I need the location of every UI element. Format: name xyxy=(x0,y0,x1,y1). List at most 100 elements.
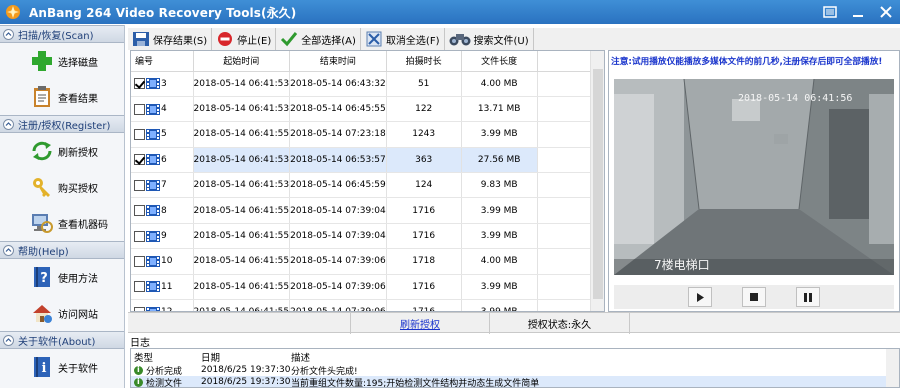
sidebar-item-refresh-license[interactable]: 刷新授权 xyxy=(0,133,124,169)
log-row[interactable]: 检测文件 2018/6/25 19:37:30 当前重组文件数量:195;开始检… xyxy=(131,376,899,387)
cell-end: 2018-05-14 07:39:06 xyxy=(289,274,387,301)
scrollbar-thumb[interactable] xyxy=(593,69,603,299)
cell-end: 2018-05-14 06:53:57 xyxy=(289,147,387,174)
window-title: AnBang 264 Video Recovery Tools(永久) xyxy=(29,5,297,20)
refresh-license-link[interactable]: 刷新授权 xyxy=(350,313,490,334)
clipboard-icon xyxy=(34,86,50,107)
row-checkbox[interactable] xyxy=(134,230,145,242)
table-row[interactable]: 3 2018-05-14 06:41:53 2018-05-14 06:43:32 5… xyxy=(131,71,604,97)
cell-duration: 1716 xyxy=(386,197,462,224)
sidebar-item-usage[interactable]: ? 使用方法 xyxy=(0,259,124,295)
collapse-icon xyxy=(3,118,14,130)
auth-status: 授权状态:永久 xyxy=(490,313,630,334)
row-checkbox[interactable] xyxy=(134,179,145,191)
row-checkbox[interactable] xyxy=(134,281,145,293)
sidebar-section-register[interactable]: 注册/授权(Register) xyxy=(0,115,124,133)
deselect-all-button[interactable]: 取消全选(F) xyxy=(361,28,445,50)
row-id: 6 xyxy=(161,154,167,165)
sidebar: 扫描/恢复(Scan) 选择磁盘 查看结果 注册/授权(Register) 刷新… xyxy=(0,25,125,388)
play-icon xyxy=(696,292,704,302)
sidebar-item-machine-code[interactable]: 查看机器码 xyxy=(0,205,124,241)
sidebar-item-about[interactable]: i 关于软件 xyxy=(0,349,124,385)
row-id: 10 xyxy=(161,256,173,267)
sidebar-item-buy-license[interactable]: 购买授权 xyxy=(0,169,124,205)
table-row[interactable]: 6 2018-05-14 06:41:53 2018-05-14 06:53:57 3… xyxy=(131,147,604,174)
film-icon xyxy=(146,281,160,293)
sidebar-section-scan[interactable]: 扫描/恢复(Scan) xyxy=(0,25,124,43)
table-row[interactable]: 7 2018-05-14 06:41:53 2018-05-14 06:45:59 1… xyxy=(131,172,604,199)
table-row[interactable]: 10 2018-05-14 06:41:55 2018-05-14 07:39:06… xyxy=(131,248,604,275)
sidebar-item-label: 使用方法 xyxy=(58,273,98,285)
sidebar-item-select-disk[interactable]: 选择磁盘 xyxy=(0,43,124,79)
table-scrollbar[interactable] xyxy=(590,51,604,311)
table-row[interactable]: 4 2018-05-14 06:41:53 2018-05-14 06:45:55 1… xyxy=(131,96,604,123)
log-column-type[interactable]: 类型 xyxy=(131,350,193,364)
sidebar-section-about[interactable]: 关于软件(About) xyxy=(0,331,124,349)
stop-button[interactable]: 停止(E) xyxy=(212,28,277,50)
stop-icon xyxy=(218,32,233,46)
cell-id: 9 xyxy=(131,223,194,250)
cell-end: 2018-05-14 07:39:04 xyxy=(289,223,387,250)
collapse-icon xyxy=(3,244,14,256)
table-row[interactable]: 5 2018-05-14 06:41:55 2018-05-14 07:23:18 1… xyxy=(131,121,604,148)
play-button[interactable] xyxy=(688,287,712,307)
deselect-icon xyxy=(366,31,382,47)
row-id: 5 xyxy=(161,129,167,140)
minimize-button[interactable] xyxy=(844,0,872,24)
table-row[interactable]: 8 2018-05-14 06:41:55 2018-05-14 07:39:04 1… xyxy=(131,197,604,224)
column-header-size[interactable]: 文件长度 xyxy=(461,51,538,72)
row-checkbox[interactable] xyxy=(134,78,145,90)
row-checkbox[interactable] xyxy=(134,255,145,267)
computer-icon xyxy=(32,214,53,233)
column-header-end[interactable]: 结束时间 xyxy=(289,51,387,72)
video-timestamp: 2018-05-14 06:41:56 xyxy=(738,93,852,104)
refresh-icon xyxy=(32,141,52,161)
log-column-date[interactable]: 日期 xyxy=(193,350,283,364)
table-row[interactable]: 122018-05-14 06:41:552018-05-14 07:39:06… xyxy=(131,299,604,311)
column-header-start[interactable]: 起始时间 xyxy=(193,51,291,72)
save-results-button[interactable]: 保存结果(S) xyxy=(128,28,213,50)
title-bar: AnBang 264 Video Recovery Tools(永久) xyxy=(0,0,900,24)
cell-duration: 122 xyxy=(386,96,462,123)
log-row[interactable]: 分析完成 2018/6/25 19:37:30 分析文件头完成! xyxy=(131,364,899,377)
row-checkbox[interactable] xyxy=(134,128,145,140)
film-icon xyxy=(146,179,160,191)
cell-size: 3.99 MB xyxy=(461,274,538,301)
window-menu-icon xyxy=(823,6,837,18)
log-scrollbar[interactable] xyxy=(886,349,899,387)
cell-duration: 1716 xyxy=(386,299,462,311)
row-id: 9 xyxy=(161,231,167,242)
close-button[interactable] xyxy=(872,0,900,24)
log-list: 类型 日期 描述 分析完成 2018/6/25 19:37:30 分析文件头完成… xyxy=(130,348,900,388)
row-checkbox[interactable] xyxy=(134,205,145,217)
table-row[interactable]: 11 2018-05-14 06:41:55 2018-05-14 07:39:06… xyxy=(131,274,604,301)
log-column-desc[interactable]: 描述 xyxy=(283,350,899,364)
row-checkbox[interactable] xyxy=(134,103,145,115)
search-files-button[interactable]: 搜索文件(U) xyxy=(445,28,534,50)
column-header-duration[interactable]: 拍摄时长 xyxy=(386,51,462,72)
cell-size: 4.00 MB xyxy=(461,248,538,275)
table-row[interactable]: 9 2018-05-14 06:41:55 2018-05-14 07:39:04 1… xyxy=(131,223,604,250)
pause-button[interactable] xyxy=(796,287,820,307)
section-title: 扫描/恢复(Scan) xyxy=(18,30,94,42)
restore-button[interactable] xyxy=(816,0,844,24)
stop-button-video[interactable] xyxy=(742,287,766,307)
column-header-id[interactable]: 编号 xyxy=(131,51,194,72)
sidebar-item-view-results[interactable]: 查看结果 xyxy=(0,79,124,115)
video-caption: 7楼电梯口 xyxy=(654,257,710,272)
cell-start: 2018-05-14 06:41:55 xyxy=(193,121,291,148)
row-checkbox[interactable] xyxy=(134,154,145,166)
sidebar-section-help[interactable]: 帮助(Help) xyxy=(0,241,124,259)
cell-end: 2018-05-14 07:39:06 xyxy=(289,299,387,311)
cell-size: 3.99 MB xyxy=(461,223,538,250)
sidebar-item-website[interactable]: 访问网站 xyxy=(0,295,124,331)
cell-duration: 1716 xyxy=(386,223,462,250)
results-table: 编号 起始时间 结束时间 拍摄时长 文件长度 3 2018-05-14 06:41… xyxy=(130,50,605,312)
toolbar-label: 搜索文件(U) xyxy=(473,35,529,47)
checkmark-icon xyxy=(281,32,298,47)
close-icon xyxy=(880,6,892,18)
select-all-button[interactable]: 全部选择(A) xyxy=(276,28,361,50)
film-icon xyxy=(146,205,160,217)
toolbar-label: 取消全选(F) xyxy=(385,35,440,47)
cell-end: 2018-05-14 06:45:59 xyxy=(289,172,387,199)
